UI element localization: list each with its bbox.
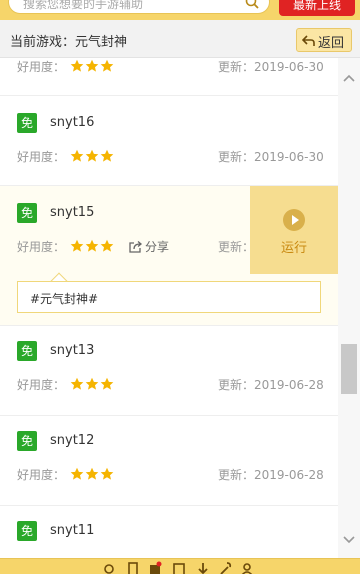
script-name: snyt13: [50, 343, 95, 358]
rating-stars: [70, 58, 115, 77]
star-icon: [100, 239, 114, 252]
script-name: snyt12: [50, 433, 95, 448]
scrollbar[interactable]: [338, 58, 360, 558]
update-date: 更新：2019-06-30: [218, 150, 324, 164]
free-badge: 免: [17, 113, 37, 133]
free-badge: 免: [17, 521, 37, 541]
play-icon: [283, 209, 305, 231]
update-date: 更新：2019-06-28: [218, 468, 324, 482]
script-name: snyt16: [50, 115, 95, 130]
grid-icon[interactable]: [172, 561, 186, 574]
script-list: 好用度： 更新：2019-06-30 免 snyt16 好用度： 更新：2019…: [0, 58, 338, 558]
star-icon: [70, 467, 84, 480]
search-icon[interactable]: [245, 0, 259, 9]
star-icon: [100, 377, 114, 390]
star-icon: [70, 149, 84, 162]
search-placeholder: 搜索您想要的手游辅助: [23, 0, 144, 11]
back-arrow-icon: [302, 35, 315, 46]
list-item[interactable]: 免 snyt12 好用度： 更新：2019-06-28: [0, 416, 338, 506]
update-date: 更新：: [218, 240, 255, 254]
list-item-active[interactable]: 免 snyt15 好用度： 分享 更新： 运行 #元气封神#: [0, 186, 338, 326]
scroll-up-icon[interactable]: [343, 74, 355, 82]
settings-icon[interactable]: [102, 561, 116, 574]
script-name: snyt15: [50, 205, 95, 220]
scrollbar-thumb[interactable]: [341, 344, 357, 394]
bottom-toolbar: [0, 558, 360, 574]
rating-stars: [70, 466, 115, 485]
run-label: 运行: [280, 241, 307, 256]
update-date: 更新：2019-06-30: [218, 60, 324, 74]
star-icon: [100, 467, 114, 480]
scroll-down-icon[interactable]: [343, 536, 355, 544]
rating-label: 好用度：: [17, 378, 66, 392]
star-icon: [85, 149, 99, 162]
share-label: 分享: [145, 240, 170, 254]
user-icon[interactable]: [240, 561, 254, 574]
list-item[interactable]: 免 snyt11: [0, 506, 338, 558]
top-action-button[interactable]: 最新上线: [279, 0, 355, 16]
rating-stars: [70, 148, 115, 167]
message-icon[interactable]: [148, 561, 162, 574]
rating-label: 好用度：: [17, 60, 66, 74]
back-button-label: 返回: [318, 36, 345, 51]
phone-icon[interactable]: [126, 561, 140, 574]
update-date: 更新：2019-06-28: [218, 378, 324, 392]
tool-icon[interactable]: [218, 561, 232, 574]
rating-label: 好用度：: [17, 150, 66, 164]
share-icon: [129, 241, 143, 253]
back-button[interactable]: 返回: [296, 28, 352, 52]
download-icon[interactable]: [196, 561, 210, 574]
star-icon: [85, 239, 99, 252]
current-game-label: 当前游戏：元气封神: [10, 35, 128, 50]
tag-text: #元气封神#: [30, 292, 99, 306]
top-search-bar: 搜索您想要的手游辅助 最新上线: [0, 0, 360, 20]
list-item[interactable]: 免 snyt13 好用度： 更新：2019-06-28: [0, 326, 338, 416]
star-icon: [100, 59, 114, 72]
run-button[interactable]: 运行: [250, 186, 338, 274]
star-icon: [70, 239, 84, 252]
star-icon: [100, 149, 114, 162]
free-badge: 免: [17, 203, 37, 223]
star-icon: [85, 377, 99, 390]
free-badge: 免: [17, 341, 37, 361]
star-icon: [70, 59, 84, 72]
star-icon: [70, 377, 84, 390]
list-item[interactable]: 免 snyt16 好用度： 更新：2019-06-30: [0, 96, 338, 186]
rating-stars: [70, 238, 115, 257]
share-button[interactable]: 分享: [129, 238, 169, 255]
rating-label: 好用度：: [17, 240, 66, 254]
rating-stars: [70, 376, 115, 395]
star-icon: [85, 59, 99, 72]
free-badge: 免: [17, 431, 37, 451]
rating-label: 好用度：: [17, 468, 66, 482]
current-game-bar: 当前游戏：元气封神 返回: [0, 20, 360, 58]
star-icon: [85, 467, 99, 480]
search-input[interactable]: 搜索您想要的手游辅助: [8, 0, 270, 14]
list-item[interactable]: 好用度： 更新：2019-06-30: [0, 58, 338, 96]
tag-box: #元气封神#: [17, 281, 321, 313]
script-name: snyt11: [50, 523, 95, 538]
